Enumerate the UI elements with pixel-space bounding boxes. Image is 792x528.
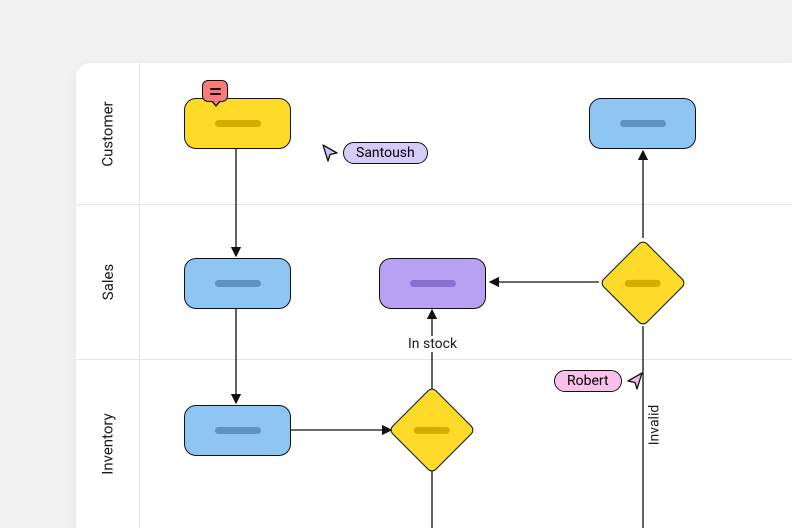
edge-label-in-stock: In stock [406, 336, 459, 352]
node-placeholder-icon [215, 280, 261, 287]
node-placeholder-icon [215, 120, 261, 127]
swimlane-label-column: Customer Sales Inventory [76, 63, 140, 528]
presence-cursor-santoush: Santoush [321, 142, 428, 164]
lane-separator [76, 204, 792, 205]
node-inv-a[interactable] [184, 405, 291, 456]
node-placeholder-icon [215, 427, 261, 434]
node-placeholder-icon [620, 120, 666, 127]
node-inv-decision[interactable] [388, 386, 476, 474]
edge-label-invalid: Invalid [646, 403, 662, 448]
cursor-name-pill: Santoush [343, 142, 428, 164]
lane-text: Sales [99, 263, 117, 299]
lane-separator [76, 359, 792, 360]
cursor-pointer-icon [321, 143, 339, 163]
presence-cursor-robert: Robert [554, 370, 644, 392]
lane-text: Inventory [99, 413, 117, 474]
cursor-pointer-icon [626, 371, 644, 391]
comment-icon[interactable] [202, 80, 228, 102]
swimlane-label-customer: Customer [76, 63, 140, 204]
node-placeholder-icon [410, 280, 456, 287]
node-sales-a[interactable] [184, 258, 291, 309]
node-sales-b[interactable] [379, 258, 486, 309]
node-cust-end[interactable] [589, 98, 696, 149]
cursor-name-pill: Robert [554, 370, 622, 392]
node-cust-start[interactable] [184, 98, 291, 149]
node-placeholder-icon [414, 427, 450, 434]
swimlane-label-sales: Sales [76, 204, 140, 359]
node-placeholder-icon [625, 280, 661, 287]
lane-text: Customer [99, 101, 117, 166]
node-sales-decision[interactable] [599, 239, 687, 327]
diagram-canvas[interactable]: Customer Sales Inventory [76, 63, 792, 528]
swimlane-label-inventory: Inventory [76, 359, 140, 528]
